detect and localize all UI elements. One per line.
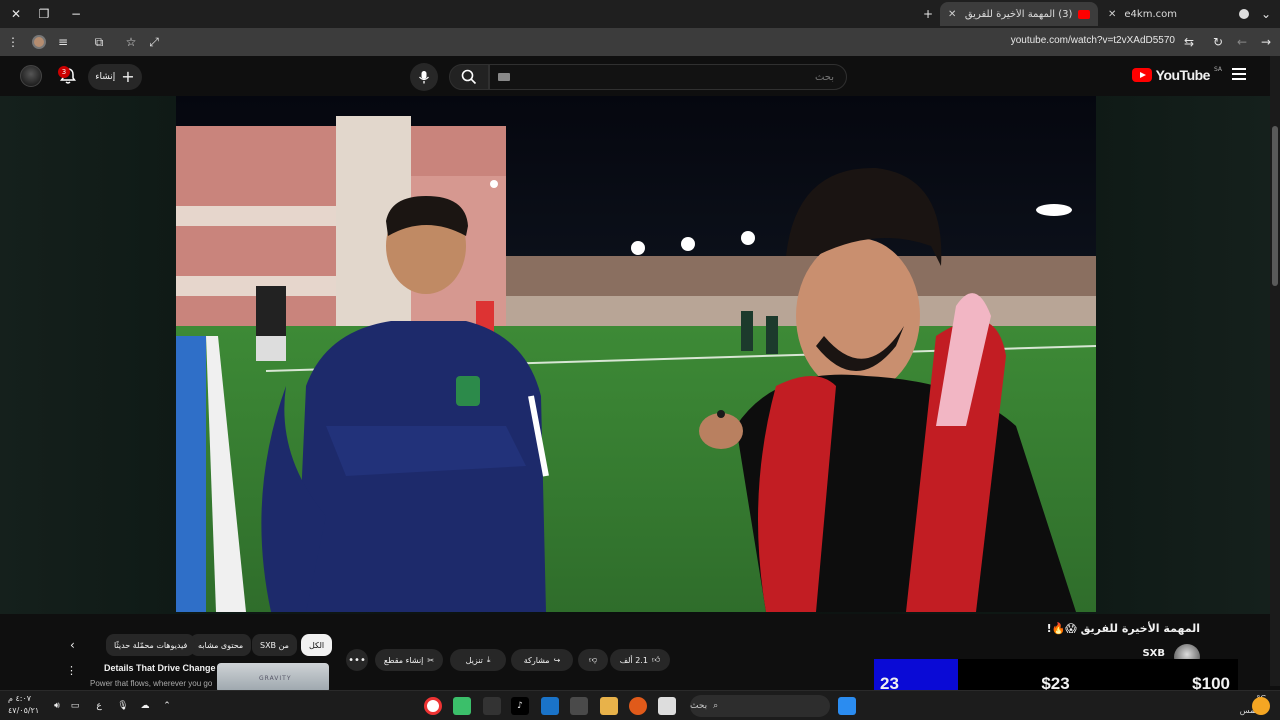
video-player[interactable]	[176, 96, 1096, 612]
youtube-play-icon	[1131, 68, 1152, 82]
chip-related[interactable]: محتوى مشابه	[190, 634, 252, 656]
guide-menu-icon[interactable]	[1232, 68, 1246, 80]
taskbar-search-label: بحث	[690, 701, 708, 711]
clock-date: ٤٧/٠٥/٢١	[8, 706, 40, 715]
taskbar-clock[interactable]: ٤:٠٧ م ٤٧/٠٥/٢١	[8, 693, 39, 717]
youtube-logo[interactable]: YouTube SA	[1131, 65, 1222, 83]
youtube-masthead: 3 إنشاء + YouTube SA	[0, 56, 1270, 96]
profile-dot-icon[interactable]	[1234, 4, 1254, 24]
recommendation-menu-icon[interactable]: ⋮	[66, 664, 77, 677]
app-icon-green[interactable]	[453, 697, 471, 715]
forward-icon[interactable]: ←	[1233, 33, 1251, 51]
screenshot-icon[interactable]: ⤢	[145, 33, 163, 51]
browser-toolbar: ⋮ ≡ ⧉ ☆ ⤢ youtube.com/watch?v=t2vXAdD557…	[0, 28, 1280, 56]
recommendation-subtitle: Power that flows, wherever you go	[90, 679, 213, 688]
chip-from-channel[interactable]: من SXB	[252, 634, 297, 656]
video-title: المهمة الأخيرة للفريق 😱🔥!	[1046, 622, 1200, 635]
scrollbar-thumb[interactable]	[1272, 126, 1278, 286]
share-button[interactable]: ↪ مشاركة	[511, 649, 573, 671]
clip-button[interactable]: ✂ إنشاء مقطع	[375, 649, 443, 671]
like-thumb-icon: 👍︎	[651, 655, 661, 664]
reading-list-icon[interactable]: ≡	[54, 33, 72, 51]
search-box	[489, 64, 847, 90]
tiktok-icon[interactable]: ♪	[511, 697, 529, 715]
like-count: 2.1 ألف	[619, 655, 648, 665]
tab-close-icon[interactable]: ✕	[1108, 9, 1116, 20]
tab-search-chevron-icon[interactable]: ⌄	[1256, 4, 1276, 24]
file-explorer-icon[interactable]	[600, 697, 618, 715]
back-icon[interactable]: →	[1257, 33, 1275, 51]
download-label: تنزيل	[465, 655, 483, 665]
clock-time: ٤:٠٧ م	[8, 694, 32, 703]
like-button[interactable]: 👍︎ 2.1 ألف	[610, 649, 670, 671]
chip-recently-uploaded[interactable]: فيديوهات محمّلة حديثًا	[106, 634, 196, 656]
dislike-thumb-icon: 👎︎	[588, 655, 598, 664]
chevron-left-icon[interactable]: ‹	[70, 638, 75, 652]
bookmark-star-icon[interactable]: ☆	[122, 33, 140, 51]
channel-name[interactable]: SXB	[1142, 648, 1165, 659]
taskbar-search[interactable]: ⌕ بحث	[690, 695, 830, 717]
more-actions-button[interactable]: •••	[346, 649, 368, 671]
minimize-window-icon[interactable]: −	[66, 4, 86, 24]
scissors-icon: ✂	[427, 655, 435, 665]
create-label: إنشاء	[95, 72, 116, 82]
microphone-icon	[419, 71, 429, 84]
close-window-icon[interactable]: ✕	[6, 4, 26, 24]
outlook-icon[interactable]	[541, 697, 559, 715]
thumbnail-text: GRAVITY	[259, 675, 292, 682]
browser-tab-strip: ✕ ❐ − + ✕ (3) المهمة الأخيرة للفريق 😱 ✕ …	[0, 0, 1280, 28]
app-icon-dark[interactable]	[483, 697, 501, 715]
share-icon: ↪	[553, 655, 561, 665]
search-input[interactable]	[490, 65, 846, 90]
download-icon: ⤓	[486, 655, 491, 664]
new-tab-button[interactable]: +	[918, 4, 938, 24]
clip-label: إنشاء مقطع	[383, 655, 424, 665]
notifications-badge: 3	[58, 66, 70, 78]
plus-icon: +	[121, 67, 135, 86]
chevron-up-icon[interactable]: ⌃	[158, 697, 176, 715]
search-icon	[461, 69, 477, 85]
dislike-button[interactable]: 👎︎	[578, 649, 608, 671]
chrome-icon[interactable]	[424, 697, 442, 715]
account-avatar[interactable]	[20, 65, 42, 87]
youtube-favicon-icon	[1078, 9, 1090, 19]
voice-search-button[interactable]	[410, 63, 438, 91]
language-indicator[interactable]: ع	[90, 697, 108, 715]
extensions-icon[interactable]: ⧉	[90, 33, 108, 51]
recommendation-title[interactable]: Details That Drive Change	[104, 663, 216, 673]
network-icon[interactable]: ▭	[66, 697, 84, 715]
video-frame	[176, 96, 1096, 612]
chip-all[interactable]: الكل	[301, 634, 333, 656]
restore-window-icon[interactable]: ❐	[34, 4, 54, 24]
site-settings-icon[interactable]: ⇆	[1180, 33, 1198, 51]
cloud-icon[interactable]: ☁	[136, 697, 154, 715]
task-view-icon[interactable]	[658, 697, 676, 715]
microphone-tray-icon[interactable]: 🎙︎	[114, 697, 132, 715]
region-code: SA	[1213, 65, 1222, 73]
kebab-menu-icon[interactable]: ⋮	[4, 33, 22, 51]
download-button[interactable]: ⤓ تنزيل	[450, 649, 506, 671]
profile-avatar[interactable]	[30, 33, 48, 51]
recommendation-thumbnail[interactable]: GRAVITY	[217, 663, 329, 693]
search-button[interactable]	[449, 64, 489, 90]
create-button[interactable]: إنشاء +	[88, 64, 142, 90]
search-icon: ⌕	[713, 701, 719, 711]
tab-title: (3) المهمة الأخيرة للفريق 😱	[964, 8, 1073, 20]
app-icon-gray[interactable]	[570, 697, 588, 715]
logo-text: YouTube	[1155, 67, 1211, 83]
page-scrollbar[interactable]	[1270, 56, 1280, 686]
tab-title: e4km.com	[1124, 8, 1177, 20]
keyboard-icon[interactable]	[498, 73, 510, 81]
app-icon-orange[interactable]	[629, 697, 647, 715]
reload-icon[interactable]: ↻	[1209, 33, 1227, 51]
share-label: مشاركة	[523, 655, 550, 665]
address-bar[interactable]: youtube.com/watch?v=t2vXAdD5570	[1011, 35, 1175, 46]
tab-youtube[interactable]: ✕ (3) المهمة الأخيرة للفريق 😱	[940, 2, 1098, 26]
volume-icon[interactable]: 🔊︎	[48, 697, 66, 715]
windows-taskbar: ٤:٠٧ م ٤٧/٠٥/٢١ 🔊︎ ▭ ع 🎙︎ ☁ ⌃ ♪ ⌕ بحث °C…	[0, 690, 1280, 720]
weather-sun-icon	[1252, 697, 1270, 715]
tab-e4km[interactable]: ✕ e4km.com	[1100, 2, 1210, 26]
start-windows-icon[interactable]	[838, 697, 856, 715]
tab-close-icon[interactable]: ✕	[948, 9, 956, 20]
